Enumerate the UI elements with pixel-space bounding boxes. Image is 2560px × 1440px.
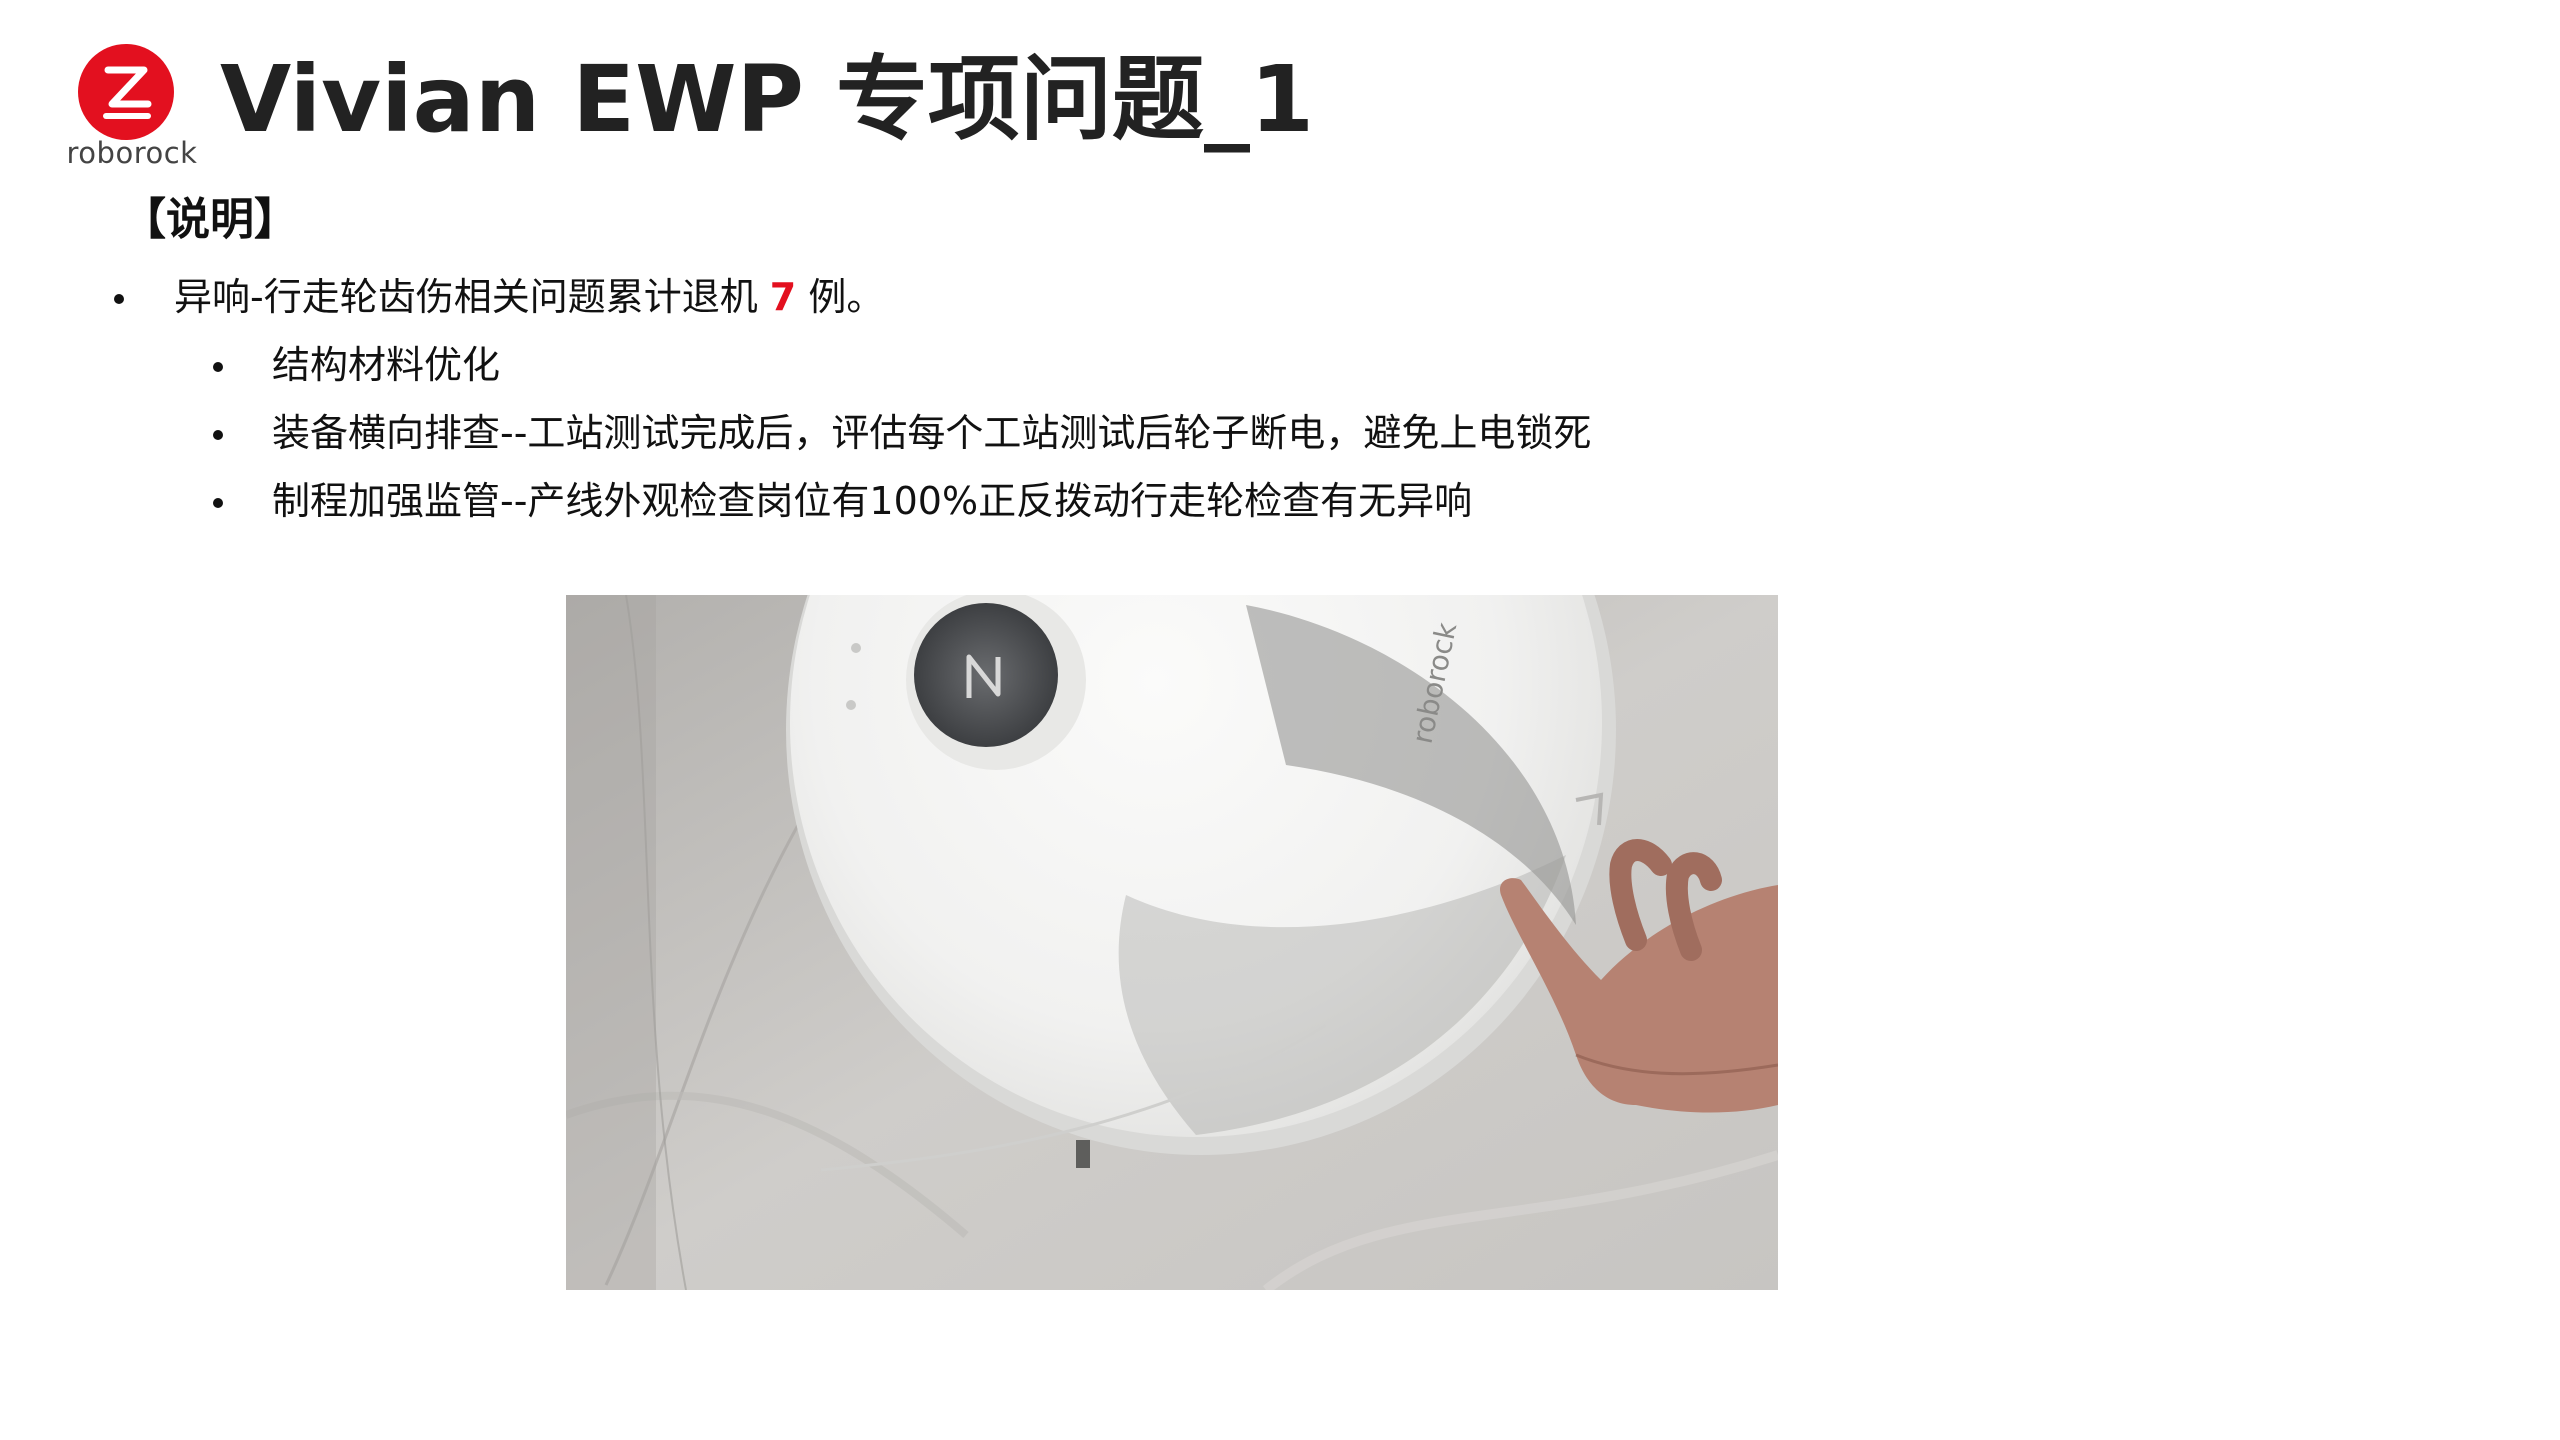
bullet-sub-1: 结构材料优化 <box>0 340 1600 390</box>
bullet-main-suffix: 例。 <box>796 275 885 319</box>
robot-vacuum-photo: roborock <box>566 595 1778 1290</box>
slide-title: Vivian EWP 专项问题_1 <box>220 46 1315 153</box>
bullet-sub-2: 装备横向排查--工站测试完成后，评估每个工站测试后轮子断电，避免上电锁死 <box>0 408 1700 458</box>
logo-wordmark: roborock <box>66 136 198 170</box>
bullet-dot-icon <box>213 362 223 372</box>
logo-mark-icon <box>78 44 174 140</box>
bullet-sub-text: 结构材料优化 <box>272 343 501 387</box>
bullet-sub-text: 制程加强监管--产线外观检查岗位有100%正反拨动行走轮检查有无异响 <box>272 479 1473 523</box>
section-heading: 【说明】 <box>122 194 298 245</box>
bullet-dot-icon <box>114 294 124 304</box>
bullet-dot-icon <box>213 498 223 508</box>
bullet-main-prefix: 异响-行走轮齿伤相关问题累计退机 <box>174 275 770 319</box>
roborock-logo: roborock <box>52 40 212 170</box>
bullet-dot-icon <box>213 430 223 440</box>
bullet-sub-3: 制程加强监管--产线外观检查岗位有100%正反拨动行走轮检查有无异响 <box>0 476 1700 526</box>
return-count: 7 <box>769 275 797 319</box>
bullet-sub-text: 装备横向排查--工站测试完成后，评估每个工站测试后轮子断电，避免上电锁死 <box>272 411 1592 455</box>
bullet-main: 异响-行走轮齿伤相关问题累计退机 7 例。 <box>0 272 1400 322</box>
